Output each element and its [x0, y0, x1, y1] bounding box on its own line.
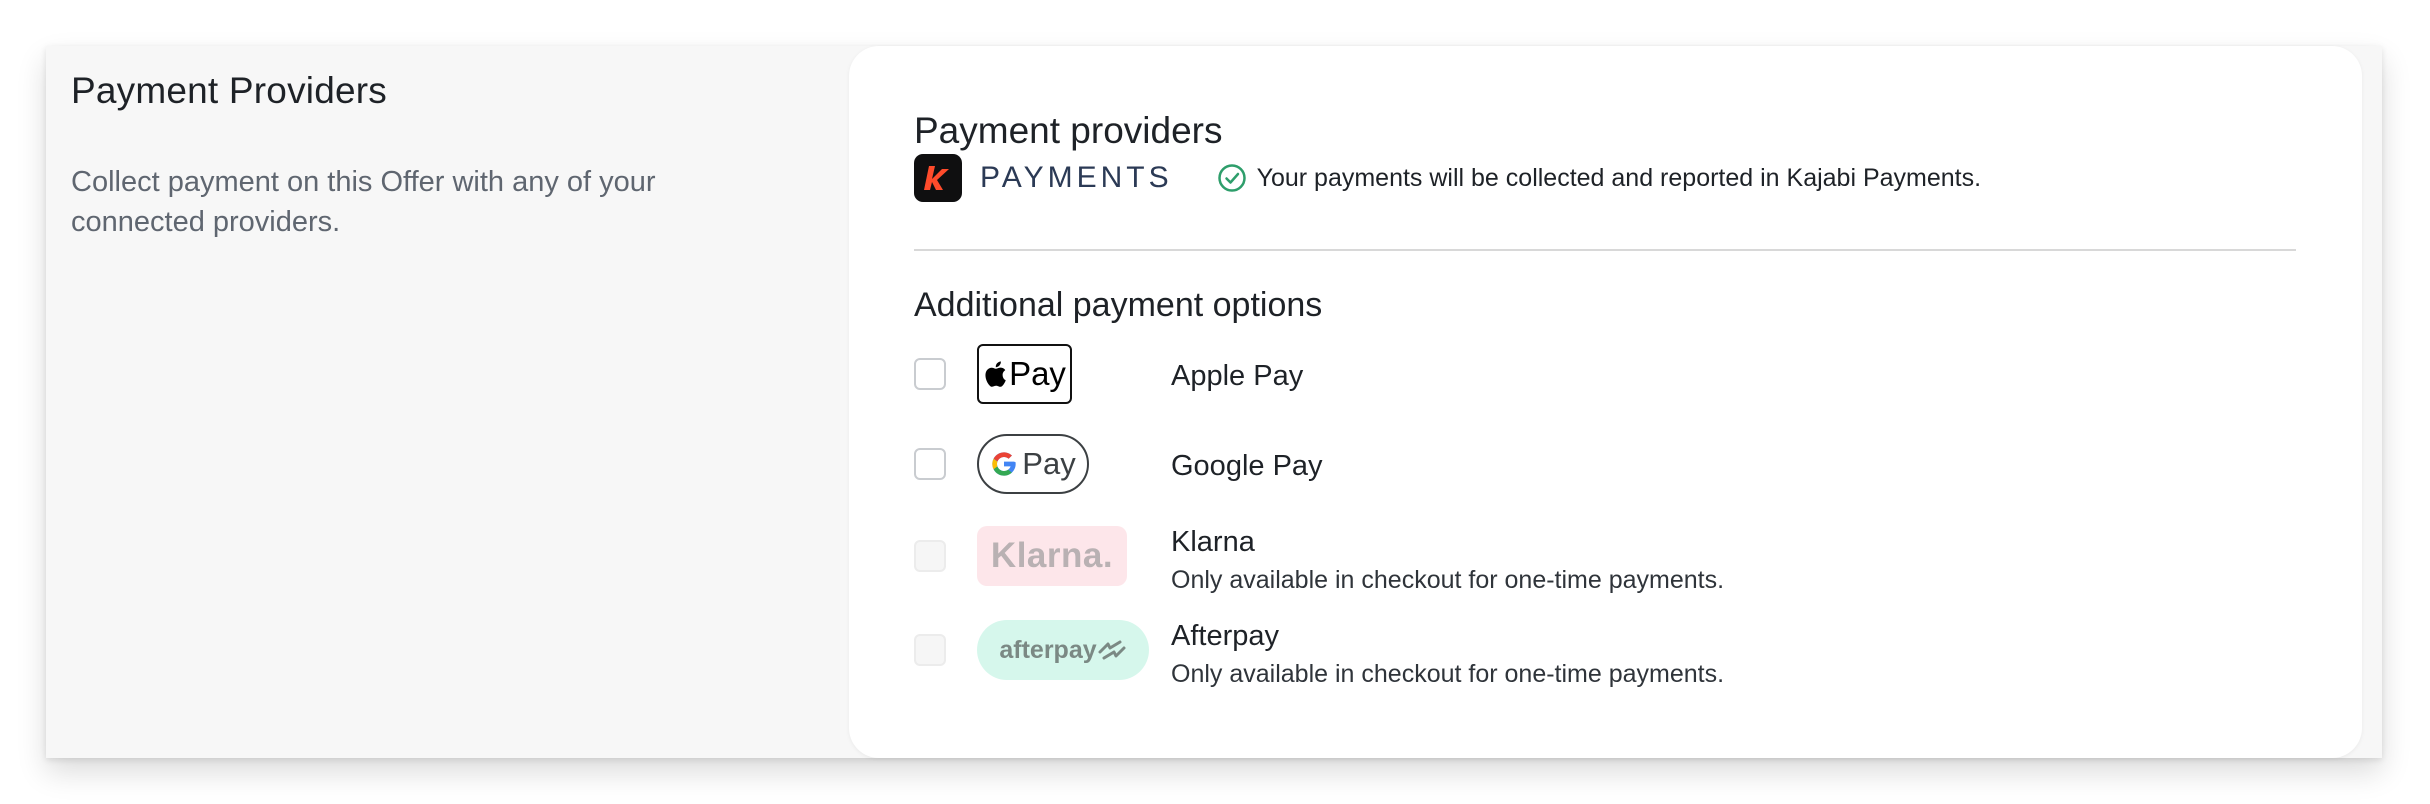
option-apple-pay: Pay Apple Pay — [914, 344, 2314, 410]
apple-pay-checkbox[interactable] — [914, 358, 946, 390]
google-pay-logo-text: Pay — [1022, 446, 1076, 481]
kajabi-payments-row: PAYMENTS Your payments will be collected… — [914, 154, 1981, 202]
klarna-label: Klarna — [1171, 526, 1255, 558]
google-pay-logo: Pay — [977, 434, 1089, 494]
option-afterpay: afterpay Afterpay Only available in chec… — [914, 620, 2314, 688]
afterpay-label: Afterpay — [1171, 620, 1279, 652]
klarna-checkbox[interactable] — [914, 540, 946, 572]
google-pay-checkbox[interactable] — [914, 448, 946, 480]
option-klarna: Klarna. Klarna Only available in checkou… — [914, 526, 2314, 594]
section-title: Payment Providers — [71, 70, 387, 111]
klarna-logo: Klarna. — [977, 526, 1127, 586]
apple-pay-logo-text: Pay — [1009, 355, 1066, 392]
apple-pay-logo: Pay — [977, 344, 1072, 404]
google-g-icon — [992, 452, 1016, 476]
kajabi-status-text: Your payments will be collected and repo… — [1256, 163, 1982, 192]
option-google-pay: Pay Google Pay — [914, 434, 2314, 500]
afterpay-logo: afterpay — [977, 620, 1149, 680]
additional-options-title: Additional payment options — [914, 286, 1323, 324]
card-title: Payment providers — [914, 110, 1223, 151]
apple-icon — [985, 361, 1006, 387]
divider — [914, 249, 2296, 251]
kajabi-k-icon — [924, 166, 949, 190]
payment-providers-card: Payment providers PAYMENTS Your payments… — [849, 46, 2362, 758]
apple-pay-label: Apple Pay — [1171, 360, 1304, 392]
afterpay-note: Only available in checkout for one-time … — [1171, 660, 1725, 688]
section-description: Collect payment on this Offer with any o… — [71, 166, 656, 238]
kajabi-logo — [914, 154, 962, 202]
afterpay-arrows-icon — [1098, 640, 1126, 660]
kajabi-payments-wordmark: PAYMENTS — [980, 161, 1173, 194]
afterpay-checkbox[interactable] — [914, 634, 946, 666]
klarna-note: Only available in checkout for one-time … — [1171, 566, 1725, 594]
google-pay-label: Google Pay — [1171, 450, 1323, 482]
offer-settings-section: Payment Providers Collect payment on thi… — [46, 46, 2382, 758]
afterpay-logo-text: afterpay — [999, 635, 1097, 664]
check-circle-icon — [1217, 163, 1247, 193]
